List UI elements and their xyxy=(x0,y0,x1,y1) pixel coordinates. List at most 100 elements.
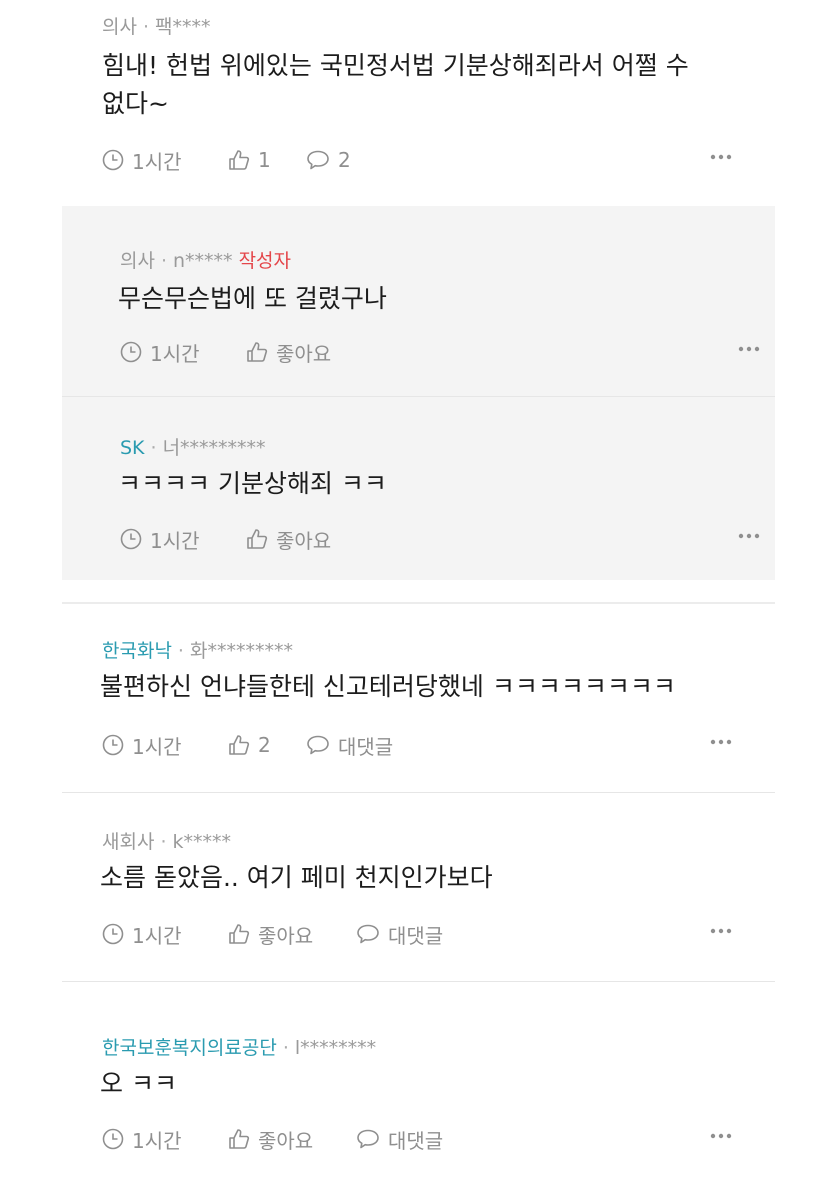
reply-button[interactable]: 대댓글 xyxy=(356,1125,443,1154)
comment-item: 의사 · 팩**** 힘내! 헌법 위에있는 국민정서법 기분상해죄라서 어쩔 수 … xyxy=(0,0,835,200)
meta-separator: · xyxy=(160,831,167,853)
time-label: 1시간 xyxy=(132,734,182,759)
thumbs-up-icon xyxy=(229,735,250,755)
time-stamp: 1시간 xyxy=(102,1125,228,1154)
comment-actions: 1시간 2 대댓글 xyxy=(102,730,732,760)
comment-text: 힘내! 헌법 위에있는 국민정서법 기분상해죄라서 어쩔 수 없다~ xyxy=(102,47,689,123)
like-count: 2 xyxy=(258,733,271,757)
comment-meta: 한국화낙 · 화********* xyxy=(102,636,293,663)
company-name: 한국화낙 xyxy=(102,640,172,662)
more-dots-icon xyxy=(738,533,760,539)
clock-icon xyxy=(120,341,142,363)
company-name: SK xyxy=(120,437,145,459)
comment-text: 불편하신 언냐들한테 신고테러당했네 ㅋㅋㅋㅋㅋㅋㅋㅋ xyxy=(100,668,676,706)
reply-meta: SK · 너********* xyxy=(120,433,266,460)
speech-bubble-icon xyxy=(357,924,379,944)
reply-text: ㅋㅋㅋㅋ 기분상해죄 ㅋㅋ xyxy=(118,469,387,498)
comment-actions: 1시간 좋아요 대댓글 xyxy=(102,1124,732,1154)
user-name: 화********* xyxy=(189,640,293,662)
user-name: l******** xyxy=(294,1037,377,1059)
like-label: 좋아요 xyxy=(258,1128,314,1153)
thumbs-up-icon xyxy=(229,1129,250,1149)
like-count: 1 xyxy=(258,148,271,172)
clock-icon xyxy=(102,149,124,171)
more-dots-icon xyxy=(710,739,732,745)
more-dots-icon xyxy=(710,1133,732,1139)
comment-text-line: 없다~ xyxy=(102,89,169,118)
time-label: 1시간 xyxy=(150,528,200,553)
reply-button[interactable]: 2 xyxy=(306,148,351,172)
meta-separator: · xyxy=(177,640,184,662)
meta-separator: · xyxy=(142,16,150,38)
author-badge: 작성자 xyxy=(238,250,292,272)
comment-item: 새회사 · k***** 소름 돋았음.. 여기 페미 천지인가보다 1시간 좋아요… xyxy=(0,793,835,981)
time-label: 1시간 xyxy=(132,149,182,174)
time-label: 1시간 xyxy=(132,1128,182,1153)
meta-separator: · xyxy=(160,250,168,272)
more-button[interactable] xyxy=(710,154,732,160)
comment-actions: 1시간 1 2 xyxy=(102,145,732,175)
thumbs-up-icon xyxy=(229,924,250,944)
time-stamp: 1시간 xyxy=(102,146,228,175)
like-button[interactable]: 좋아요 xyxy=(228,920,356,949)
reply-item: SK · 너********* ㅋㅋㅋㅋ 기분상해죄 ㅋㅋ 1시간 좋아요 xyxy=(62,397,775,580)
more-button[interactable] xyxy=(710,1133,732,1139)
like-button[interactable]: 1 xyxy=(228,148,306,172)
comment-item: 한국보훈복지의료공단 · l******** 오 ㅋㅋ 1시간 좋아요 대댓글 xyxy=(0,982,835,1178)
company-name: 새회사 xyxy=(102,831,155,853)
reply-label: 대댓글 xyxy=(388,1128,444,1153)
more-button[interactable] xyxy=(710,739,732,745)
like-label: 좋아요 xyxy=(276,341,332,366)
reply-label: 대댓글 xyxy=(338,734,394,759)
comment-text: 오 ㅋㅋ xyxy=(100,1065,177,1103)
comment-text-line: 불편하신 언냐들한테 신고테러당했네 ㅋㅋㅋㅋㅋㅋㅋㅋ xyxy=(100,672,676,701)
comment-text-line: 소름 돋았음.. 여기 페미 천지인가보다 xyxy=(100,863,493,892)
thumbs-up-icon xyxy=(247,529,268,549)
comment-actions: 1시간 좋아요 대댓글 xyxy=(102,919,732,949)
meta-separator: · xyxy=(282,1037,289,1059)
clock-icon xyxy=(102,923,124,945)
like-button[interactable]: 좋아요 xyxy=(228,1125,356,1154)
reply-actions: 1시간 좋아요 xyxy=(120,337,760,367)
speech-bubble-icon xyxy=(307,735,329,755)
like-button[interactable]: 2 xyxy=(228,733,306,757)
like-button[interactable]: 좋아요 xyxy=(246,525,331,554)
clock-icon xyxy=(120,528,142,550)
like-label: 좋아요 xyxy=(258,923,314,948)
comment-text: 소름 돋았음.. 여기 페미 천지인가보다 xyxy=(100,859,493,897)
like-button[interactable]: 좋아요 xyxy=(246,338,331,367)
user-name: 팩**** xyxy=(155,16,211,38)
more-button[interactable] xyxy=(738,533,760,539)
reply-button[interactable]: 대댓글 xyxy=(356,920,443,949)
like-label: 좋아요 xyxy=(276,528,332,553)
more-dots-icon xyxy=(738,346,760,352)
thumbs-up-icon xyxy=(229,150,250,170)
meta-separator: · xyxy=(150,437,157,459)
time-stamp: 1시간 xyxy=(102,731,228,760)
comment-meta: 의사 · 팩**** xyxy=(102,12,211,39)
comment-meta: 새회사 · k***** xyxy=(102,827,231,854)
comment-text-line: 힘내! 헌법 위에있는 국민정서법 기분상해죄라서 어쩔 수 xyxy=(102,51,689,80)
reply-button[interactable]: 대댓글 xyxy=(306,731,393,760)
time-stamp: 1시간 xyxy=(120,338,246,367)
more-dots-icon xyxy=(710,154,732,160)
reply-count: 2 xyxy=(338,148,351,172)
more-button[interactable] xyxy=(710,928,732,934)
time-stamp: 1시간 xyxy=(120,525,246,554)
thumbs-up-icon xyxy=(247,342,268,362)
user-name: k***** xyxy=(172,831,232,853)
reply-text: 무슨무슨법에 또 걸렸구나 xyxy=(118,284,387,313)
more-button[interactable] xyxy=(738,346,760,352)
comment-item: 한국화낙 · 화********* 불편하신 언냐들한테 신고테러당했네 ㅋㅋㅋㅋㅋ… xyxy=(0,604,835,792)
speech-bubble-icon xyxy=(307,150,329,170)
comment-meta: 한국보훈복지의료공단 · l******** xyxy=(102,1033,376,1060)
user-name: n***** xyxy=(173,250,233,272)
time-label: 1시간 xyxy=(150,341,200,366)
user-name: 너********* xyxy=(162,437,266,459)
speech-bubble-icon xyxy=(357,1129,379,1149)
clock-icon xyxy=(102,1128,124,1150)
time-label: 1시간 xyxy=(132,923,182,948)
more-dots-icon xyxy=(710,928,732,934)
time-stamp: 1시간 xyxy=(102,920,228,949)
reply-label: 대댓글 xyxy=(388,923,444,948)
